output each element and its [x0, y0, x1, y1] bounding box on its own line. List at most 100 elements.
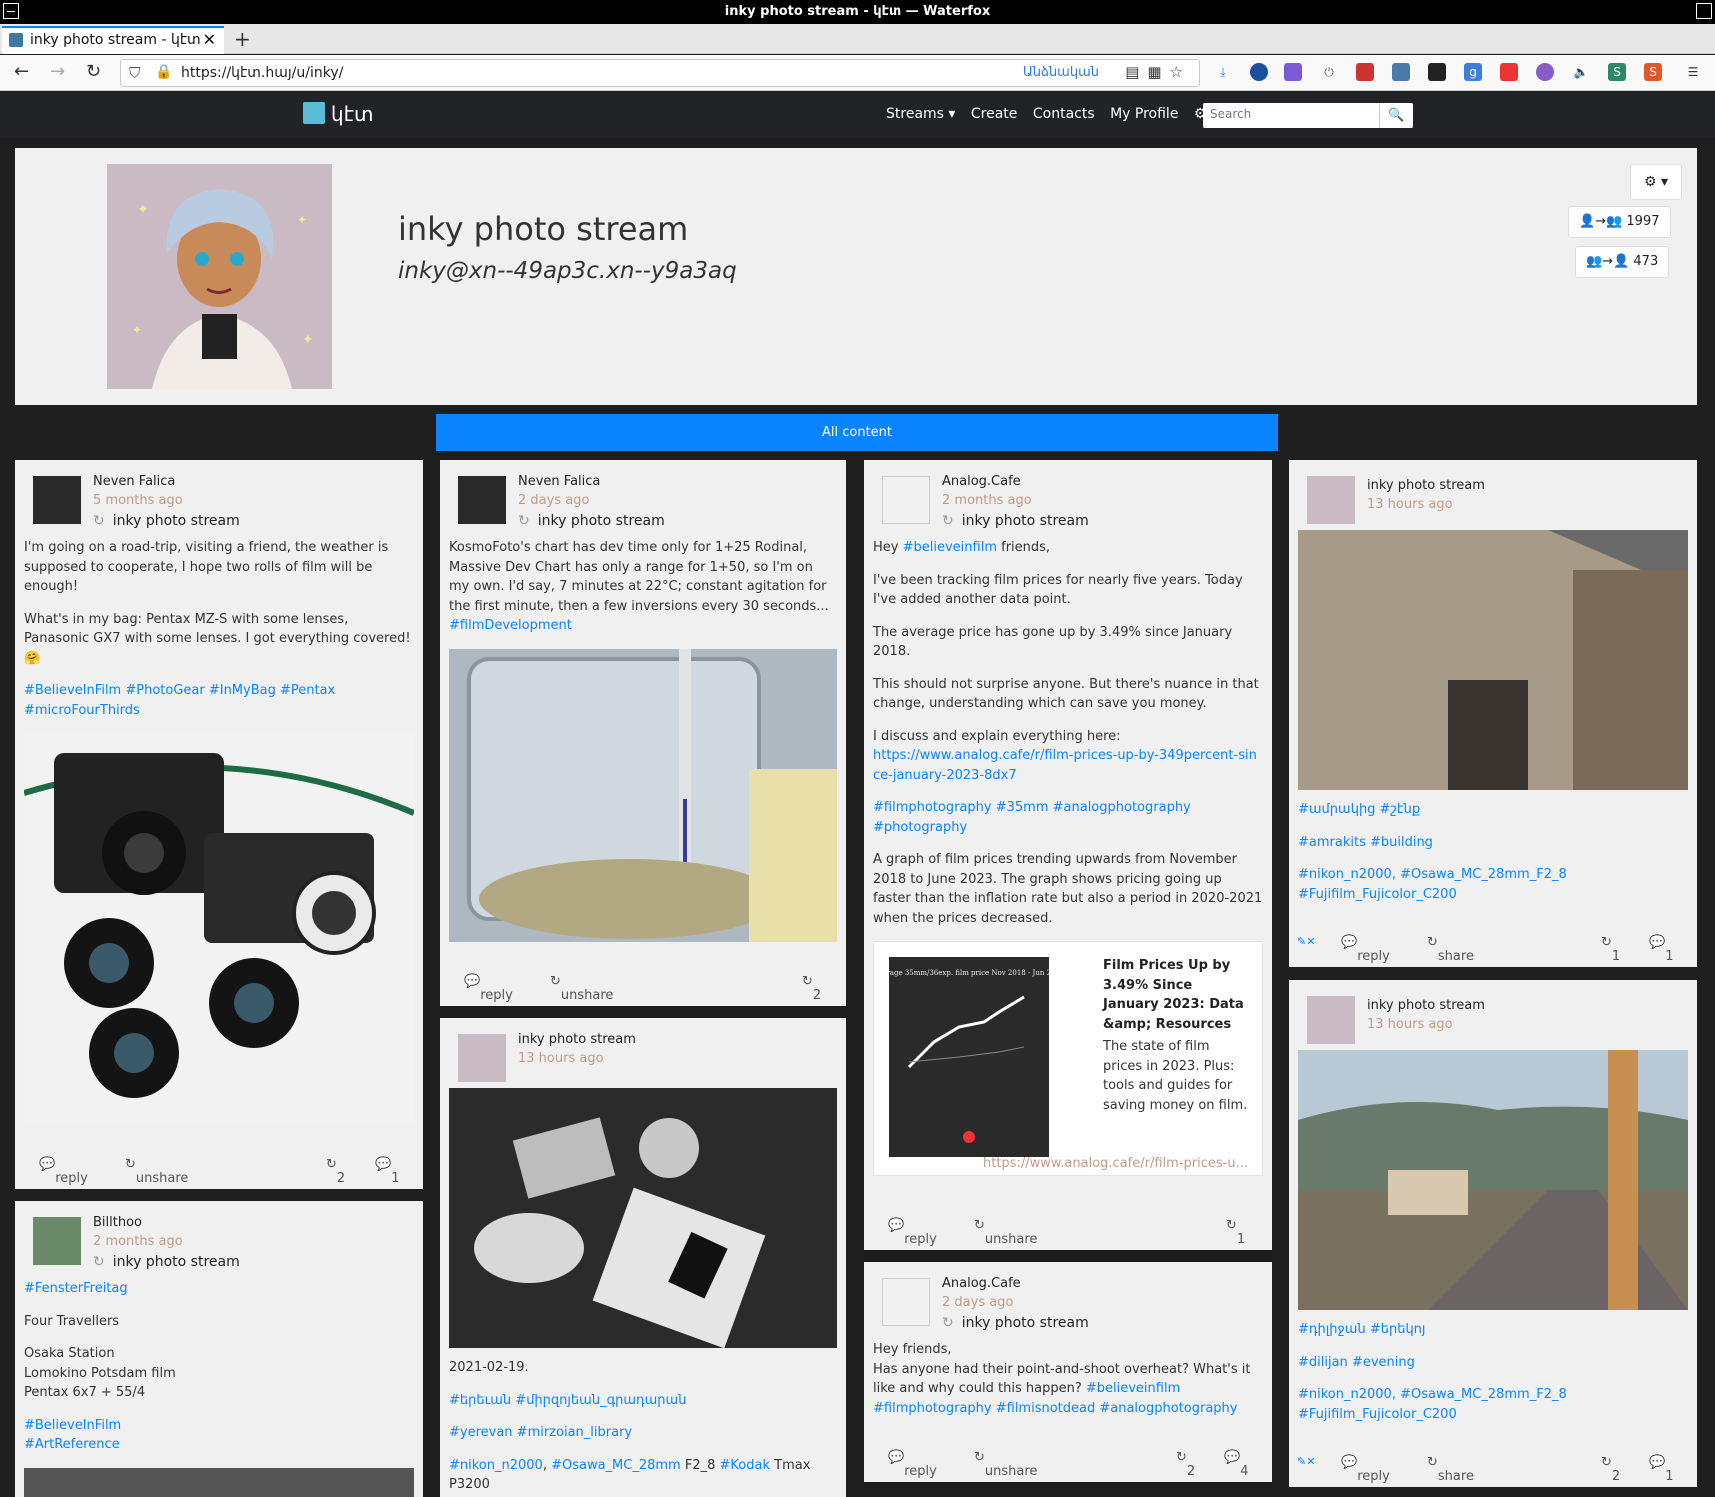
- shield-icon[interactable]: ⛉: [129, 64, 140, 82]
- comment-count[interactable]: 💬 4: [1224, 1450, 1248, 1479]
- forward-arrow-icon[interactable]: →: [50, 61, 65, 82]
- menu-icon[interactable]: ☰: [1684, 63, 1702, 81]
- shared-by-name[interactable]: inky photo stream: [962, 513, 1089, 529]
- reshare-count[interactable]: ↻ 2: [802, 974, 821, 1003]
- camera-icon[interactable]: [1392, 63, 1410, 81]
- extension-icon[interactable]: [1536, 63, 1554, 81]
- extension-g-icon[interactable]: g: [1464, 63, 1482, 81]
- post-image[interactable]: [1298, 530, 1688, 790]
- post-tags[interactable]: #nikon_n2000, #Osawa_MC_28mm_F2_8 #Fujifi…: [1298, 865, 1688, 904]
- post-tags[interactable]: #ամրակից #շէնք: [1298, 800, 1688, 820]
- post-author[interactable]: Neven Falica: [93, 474, 175, 489]
- reply-button[interactable]: 💬 reply: [888, 1218, 937, 1247]
- extension-cube-icon[interactable]: [1284, 63, 1302, 81]
- speaker-icon[interactable]: 🔈: [1572, 63, 1590, 81]
- window-maximize-button[interactable]: [1696, 3, 1712, 19]
- reply-button[interactable]: 💬 reply: [464, 974, 513, 1003]
- post-tags[interactable]: #filmDevelopment: [449, 616, 837, 636]
- shared-by-name[interactable]: inky photo stream: [113, 513, 240, 529]
- qr-icon[interactable]: [1428, 63, 1446, 81]
- link-preview-image[interactable]: Average 35mm/36exp. film price Nov 2018 …: [873, 957, 1064, 1157]
- nav-my-profile[interactable]: My Profile: [1110, 106, 1178, 122]
- window-menu-button[interactable]: [3, 3, 19, 19]
- post-tags[interactable]: #nikon_n2000, #Osawa_MC_28mm_F2_8 #Fujifi…: [1298, 1385, 1688, 1424]
- post-tags[interactable]: #filmphotography #filmisnotdead #analogp…: [873, 1401, 1238, 1416]
- shared-by-name[interactable]: inky photo stream: [962, 1315, 1089, 1331]
- extension-icon[interactable]: [1250, 63, 1268, 81]
- post-image[interactable]: [449, 1088, 837, 1349]
- tag[interactable]: #ArtReference: [24, 1437, 120, 1452]
- post-link[interactable]: https://www.analog.cafe/r/film-prices-up…: [873, 748, 1257, 783]
- nav-create[interactable]: Create: [971, 106, 1018, 122]
- author-avatar[interactable]: [458, 476, 506, 524]
- reply-label[interactable]: reply: [480, 988, 513, 1003]
- lock-icon[interactable]: 🔒: [155, 64, 172, 80]
- author-avatar[interactable]: [1307, 996, 1355, 1044]
- post-tags[interactable]: #երեւան #միրզոյեան_գրադարան: [449, 1391, 837, 1411]
- author-avatar[interactable]: [1307, 476, 1355, 524]
- tag[interactable]: #nikon_n2000, #Osawa_MC_28mm_F2_8: [1298, 1387, 1567, 1402]
- reload-icon[interactable]: ↻: [86, 61, 101, 82]
- nav-contacts[interactable]: Contacts: [1033, 106, 1095, 122]
- unshare-button[interactable]: ↻ unshare: [974, 1450, 1037, 1479]
- reply-label[interactable]: reply: [904, 1232, 937, 1247]
- comment-count[interactable]: 💬 1: [1649, 935, 1673, 964]
- post-author[interactable]: Billthoo: [93, 1215, 142, 1230]
- post-time[interactable]: 13 hours ago: [518, 1051, 604, 1066]
- reshare-count[interactable]: ↻ 2: [1601, 1455, 1620, 1484]
- reshare-count[interactable]: ↻ 1: [1601, 935, 1620, 964]
- reshare-count[interactable]: ↻ 2: [1176, 1450, 1195, 1479]
- reply-label[interactable]: reply: [904, 1464, 937, 1479]
- tag[interactable]: #Kodak: [720, 1458, 770, 1473]
- link-preview-url[interactable]: https://www.analog.cafe/r/film-prices-u.…: [983, 1156, 1248, 1171]
- author-avatar[interactable]: [882, 1278, 930, 1326]
- link-preview-card[interactable]: Average 35mm/36exp. film price Nov 2018 …: [873, 941, 1263, 1176]
- tag[interactable]: #Fujifilm_Fujicolor_C200: [1298, 1407, 1457, 1422]
- share-label[interactable]: share: [1438, 949, 1474, 964]
- unshare-label[interactable]: unshare: [985, 1232, 1038, 1247]
- reshare-count[interactable]: ↻ 2: [326, 1157, 345, 1186]
- shared-by-name[interactable]: inky photo stream: [538, 513, 665, 529]
- post-author[interactable]: inky photo stream: [518, 1032, 636, 1047]
- tag[interactable]: #believeinfilm: [1086, 1381, 1180, 1396]
- url-bar-icons[interactable]: ▤▦☆: [1125, 63, 1191, 81]
- tag[interactable]: #nikon_n2000: [449, 1458, 543, 1473]
- share-label[interactable]: share: [1438, 1469, 1474, 1484]
- post-tags[interactable]: #amrakits #building: [1298, 833, 1688, 853]
- back-arrow-icon[interactable]: ←: [14, 61, 29, 82]
- post-image[interactable]: [24, 1467, 414, 1497]
- unshare-button[interactable]: ↻ unshare: [125, 1157, 188, 1186]
- post-tags[interactable]: #filmphotography #35mm #analogphotograph…: [873, 798, 1263, 837]
- author-avatar[interactable]: [33, 476, 81, 524]
- post-image[interactable]: [1298, 1050, 1688, 1310]
- reply-button[interactable]: 💬 reply: [888, 1450, 937, 1479]
- close-tab-icon[interactable]: ✕: [203, 28, 216, 52]
- shared-by-name[interactable]: inky photo stream: [113, 1254, 240, 1270]
- profile-settings-button[interactable]: ⚙ ▾: [1630, 164, 1682, 200]
- extension-icon[interactable]: [1356, 63, 1374, 81]
- post-time[interactable]: 2 months ago: [93, 1234, 183, 1249]
- post-time[interactable]: 5 months ago: [93, 493, 183, 508]
- site-brand[interactable]: կէտ: [303, 102, 373, 126]
- extension-icon[interactable]: S: [1644, 63, 1662, 81]
- container-label[interactable]: Անձնական: [1023, 65, 1099, 80]
- reply-label[interactable]: reply: [55, 1171, 88, 1186]
- reply-label[interactable]: reply: [1357, 1469, 1390, 1484]
- reply-button[interactable]: 💬 reply: [39, 1157, 88, 1186]
- tag[interactable]: #believeinfilm: [903, 540, 997, 555]
- unshare-label[interactable]: unshare: [136, 1171, 189, 1186]
- post-time[interactable]: 2 days ago: [518, 493, 589, 508]
- post-time[interactable]: 13 hours ago: [1367, 497, 1453, 512]
- reply-label[interactable]: reply: [1357, 949, 1390, 964]
- screenshot-icon[interactable]: [1500, 63, 1518, 81]
- unshare-button[interactable]: ↻ unshare: [550, 974, 613, 1003]
- post-time[interactable]: 2 months ago: [942, 493, 1032, 508]
- reshare-count[interactable]: ↻ 1: [1226, 1218, 1245, 1247]
- post-author[interactable]: inky photo stream: [1367, 998, 1485, 1013]
- brand-name[interactable]: կէտ: [331, 102, 373, 126]
- search-input[interactable]: Search: [1203, 103, 1379, 128]
- link-preview-title[interactable]: Film Prices Up by 3.49% Since January 20…: [1103, 956, 1248, 1034]
- author-avatar[interactable]: [33, 1217, 81, 1265]
- reply-button[interactable]: 💬 reply: [1341, 935, 1390, 964]
- post-author[interactable]: Neven Falica: [518, 474, 600, 489]
